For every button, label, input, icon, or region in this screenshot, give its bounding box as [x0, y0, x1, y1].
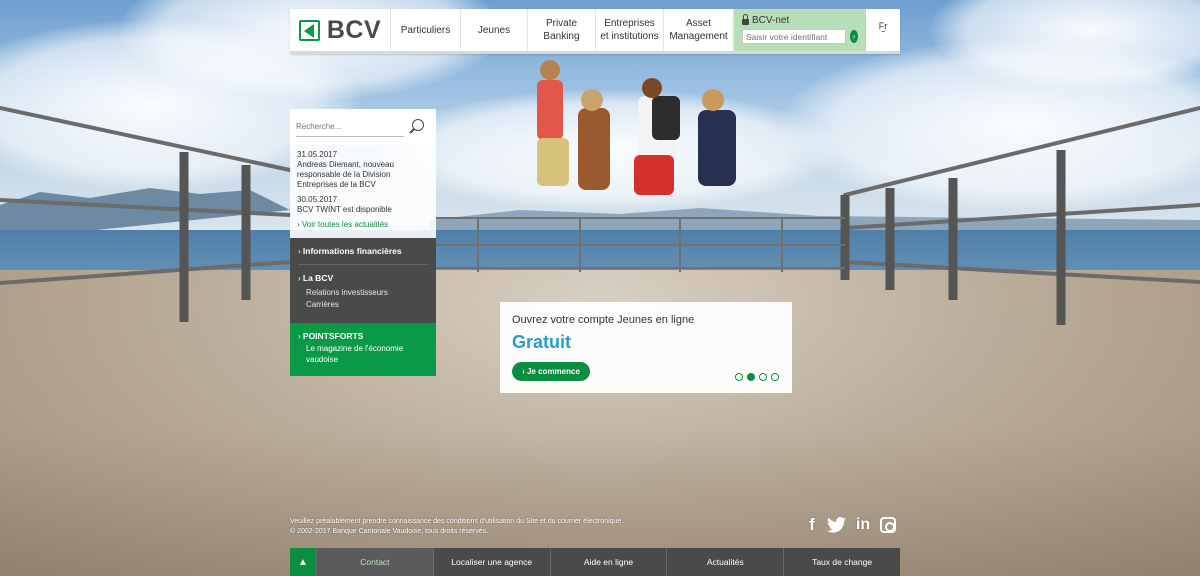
background-photo: [0, 0, 1200, 576]
chevron-right-icon: ›: [297, 220, 300, 229]
nav-private-banking[interactable]: Private Banking: [528, 9, 596, 51]
financial-info-label: Informations financières: [302, 246, 402, 256]
scroll-top-button[interactable]: ▲: [290, 548, 316, 576]
twitter-icon[interactable]: [826, 516, 846, 534]
terms-link[interactable]: Veuillez préalablement prendre connaissa…: [290, 517, 623, 527]
footer-find-agency[interactable]: Localiser une agence: [432, 548, 550, 576]
bcv-logo[interactable]: BCV: [290, 9, 391, 51]
all-news-label: Voir toutes les actualités: [301, 220, 389, 229]
news-date: 31.05.2017: [297, 150, 338, 159]
lock-icon: [742, 14, 749, 25]
search-box: [290, 109, 436, 145]
start-button[interactable]: › Je commence: [512, 362, 590, 381]
news-item[interactable]: 31.05.2017 Andreas Diemant, nouveau resp…: [297, 150, 429, 190]
chevron-down-icon: ˇ: [881, 30, 885, 39]
promo-title: Ouvrez votre compte Jeunes en ligne: [512, 314, 695, 326]
news-text: BCV TWINT est disponible: [297, 205, 392, 214]
footer-bar: ▲ Contact Localiser une agence Aide en l…: [290, 548, 900, 576]
news-item[interactable]: 30.05.2017 BCV TWINT est disponible: [297, 195, 429, 215]
careers-link[interactable]: Carrières: [306, 299, 428, 311]
bcvnet-title: BCV-net: [752, 15, 790, 26]
footer-help[interactable]: Aide en ligne: [549, 548, 667, 576]
instagram-icon[interactable]: [880, 516, 896, 534]
carousel-dot[interactable]: [735, 373, 743, 381]
facebook-icon[interactable]: f: [806, 515, 818, 534]
investor-relations-link[interactable]: Relations investisseurs: [306, 287, 428, 299]
logo-text: BCV: [326, 15, 382, 44]
copyright: © 2002-2017 Banque Cantonale Vaudoise, t…: [290, 528, 489, 535]
nav-asset-management[interactable]: Asset Management: [664, 9, 734, 51]
linkedin-icon[interactable]: in: [854, 516, 872, 534]
bcv-logo-icon: [298, 19, 320, 41]
language-selector[interactable]: Fr ˇ: [866, 9, 900, 51]
bcvnet-login: BCV-net ›: [734, 9, 866, 51]
nav-jeunes[interactable]: Jeunes: [461, 9, 528, 51]
bcv-link[interactable]: › La BCV: [298, 273, 428, 283]
nav-particuliers[interactable]: Particuliers: [391, 9, 461, 51]
search-input[interactable]: [296, 117, 404, 137]
chevron-right-icon: ›: [298, 332, 301, 341]
promo-card: Ouvrez votre compte Jeunes en ligne Grat…: [500, 302, 792, 393]
all-news-link[interactable]: › Voir toutes les actualités: [297, 220, 429, 230]
news-list: 31.05.2017 Andreas Diemant, nouveau resp…: [290, 145, 436, 238]
search-icon[interactable]: [408, 118, 426, 136]
pointsforts-heading: POINTSFORTS: [302, 331, 364, 341]
footer-exchange-rates[interactable]: Taux de change: [783, 548, 900, 576]
carousel-dot[interactable]: [759, 373, 767, 381]
carousel-dots: [735, 373, 779, 381]
social-links: f in: [806, 515, 896, 534]
chevron-right-icon: ›: [298, 247, 301, 256]
promo-highlight: Gratuit: [512, 332, 572, 352]
chevron-right-icon: ›: [298, 274, 301, 283]
bcvnet-go-button[interactable]: ›: [850, 30, 858, 43]
start-button-label: Je commence: [526, 367, 580, 376]
legal-notice: Veuillez préalablement prendre connaissa…: [290, 517, 623, 537]
bcv-heading: La BCV: [302, 273, 334, 283]
nav-entreprises[interactable]: Entreprises et institutions: [596, 9, 664, 51]
footer-news[interactable]: Actualités: [666, 548, 783, 576]
carousel-dot[interactable]: [771, 373, 779, 381]
pointsforts-link[interactable]: › POINTSFORTS Le magazine de l'économie …: [290, 323, 436, 376]
carousel-dot-active[interactable]: [747, 373, 755, 381]
chevron-up-icon: ▲: [298, 556, 308, 568]
footer-contact[interactable]: Contact: [316, 548, 433, 576]
sidebar-links: › Informations financières › La BCV Rela…: [290, 238, 436, 323]
news-date: 30.05.2017: [297, 195, 338, 204]
financial-info-link[interactable]: › Informations financières: [298, 246, 428, 265]
main-navigation: BCV Particuliers Jeunes Private Banking …: [290, 9, 900, 54]
pointsforts-text: Le magazine de l'économie vaudoise: [306, 344, 404, 364]
news-text: Andreas Diemant, nouveau responsable de …: [297, 160, 394, 189]
bcvnet-id-input[interactable]: [742, 29, 846, 44]
sidebar: 31.05.2017 Andreas Diemant, nouveau resp…: [290, 109, 436, 376]
